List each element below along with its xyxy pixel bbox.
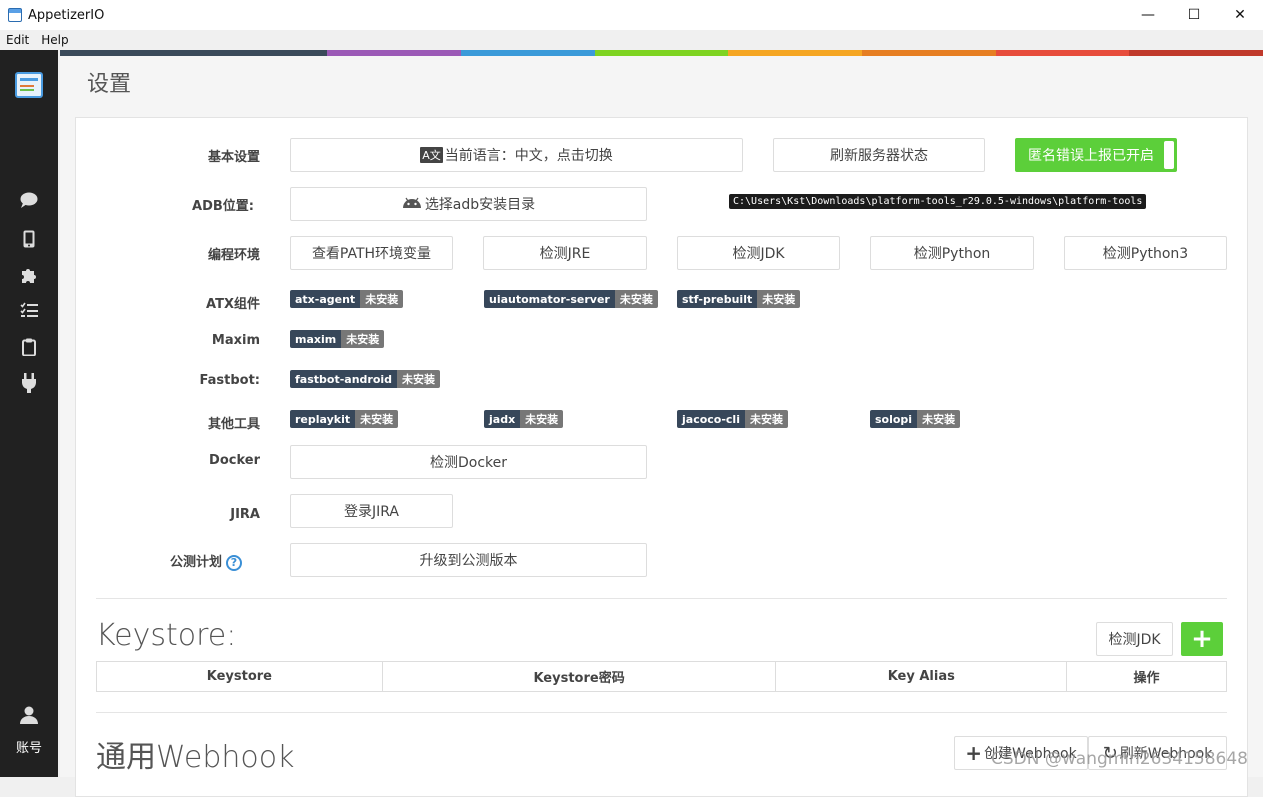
user-icon[interactable]	[0, 706, 58, 724]
solopi-tag: solopi未安装	[870, 410, 960, 428]
keystore-check-jdk-button[interactable]: 检测JDK	[1096, 622, 1173, 656]
adb-label: ADB位置:	[134, 195, 254, 214]
col-keystore-password: Keystore密码	[382, 662, 776, 692]
jira-label: JIRA	[140, 507, 260, 522]
chat-icon[interactable]	[0, 192, 58, 208]
plus-icon: +	[965, 741, 982, 765]
check-jre-button[interactable]: 检测JRE	[483, 236, 647, 270]
phone-icon[interactable]	[0, 230, 58, 248]
maxim-label: Maxim	[140, 333, 260, 348]
uiautomator-server-tag: uiautomator-server未安装	[484, 290, 658, 308]
docker-label: Docker	[140, 453, 260, 468]
adb-path-badge: C:\Users\Kst\Downloads\platform-tools_r2…	[729, 194, 1146, 209]
toggle-knob	[1164, 141, 1174, 169]
col-key-alias: Key Alias	[776, 662, 1067, 692]
check-python3-button[interactable]: 检测Python3	[1064, 236, 1227, 270]
app-icon	[8, 8, 22, 22]
language-button[interactable]: A文 当前语言：中文，点击切换	[290, 138, 743, 172]
check-jdk-button[interactable]: 检测JDK	[677, 236, 840, 270]
fastbot-label: Fastbot:	[140, 373, 260, 388]
sidebar: 账号	[0, 50, 58, 777]
refresh-server-button[interactable]: 刷新服务器状态	[773, 138, 985, 172]
basic-settings-label: 基本设置	[140, 146, 260, 165]
page-title: 设置	[87, 66, 131, 98]
atx-agent-tag: atx-agent未安装	[290, 290, 403, 308]
menu-edit[interactable]: Edit	[0, 33, 35, 47]
watermark: CSDN @wangmin2634158648	[991, 749, 1248, 769]
plus-icon: +	[1191, 626, 1213, 652]
fastbot-android-tag: fastbot-android未安装	[290, 370, 440, 388]
maximize-icon[interactable]: ☐	[1171, 0, 1217, 30]
keystore-title: Keystore:	[96, 618, 236, 653]
keystore-table: Keystore Keystore密码 Key Alias 操作	[96, 661, 1227, 692]
col-actions: 操作	[1067, 662, 1227, 692]
translate-icon: A文	[420, 147, 443, 163]
divider	[96, 712, 1227, 713]
col-keystore: Keystore	[97, 662, 383, 692]
check-python-button[interactable]: 检测Python	[870, 236, 1034, 270]
window-title: AppetizerIO	[28, 8, 104, 23]
window-controls: — ☐ ✕	[1125, 0, 1263, 30]
help-icon[interactable]: ?	[226, 555, 242, 571]
replaykit-tag: replaykit未安装	[290, 410, 398, 428]
jadx-tag: jadx未安装	[484, 410, 563, 428]
main-content: 设置 基本设置 A文 当前语言：中文，点击切换 刷新服务器状态 匿名错误上报已开…	[60, 56, 1263, 777]
puzzle-icon[interactable]	[0, 266, 58, 284]
jira-login-button[interactable]: 登录JIRA	[290, 494, 453, 528]
error-report-toggle[interactable]: 匿名错误上报已开启	[1015, 138, 1177, 172]
minimize-icon[interactable]: —	[1125, 0, 1171, 30]
other-tools-label: 其他工具	[140, 413, 260, 432]
close-icon[interactable]: ✕	[1217, 0, 1263, 30]
atx-label: ATX组件	[140, 293, 260, 312]
account-label[interactable]: 账号	[0, 737, 58, 756]
title-bar: AppetizerIO — ☐ ✕	[0, 0, 1263, 30]
adb-dir-button[interactable]: 选择adb安装目录	[290, 187, 647, 221]
divider	[96, 598, 1227, 599]
upgrade-beta-button[interactable]: 升级到公测版本	[290, 543, 647, 577]
beta-label: 公测计划?	[122, 551, 242, 571]
app-logo-icon[interactable]	[15, 72, 43, 98]
clipboard-icon[interactable]	[0, 338, 58, 356]
menu-bar: Edit Help	[0, 30, 1263, 50]
android-icon	[402, 196, 422, 212]
webhook-title: 通用Webhook	[96, 732, 295, 776]
list-icon[interactable]	[0, 302, 58, 318]
settings-panel: 基本设置 A文 当前语言：中文，点击切换 刷新服务器状态 匿名错误上报已开启 A…	[75, 117, 1248, 797]
menu-help[interactable]: Help	[35, 33, 74, 47]
maxim-tag: maxim未安装	[290, 330, 384, 348]
env-label: 编程环境	[140, 244, 260, 263]
stf-prebuilt-tag: stf-prebuilt未安装	[677, 290, 800, 308]
check-docker-button[interactable]: 检测Docker	[290, 445, 647, 479]
jacoco-cli-tag: jacoco-cli未安装	[677, 410, 788, 428]
view-path-button[interactable]: 查看PATH环境变量	[290, 236, 453, 270]
plug-icon[interactable]	[0, 373, 58, 393]
add-keystore-button[interactable]: +	[1181, 622, 1223, 656]
